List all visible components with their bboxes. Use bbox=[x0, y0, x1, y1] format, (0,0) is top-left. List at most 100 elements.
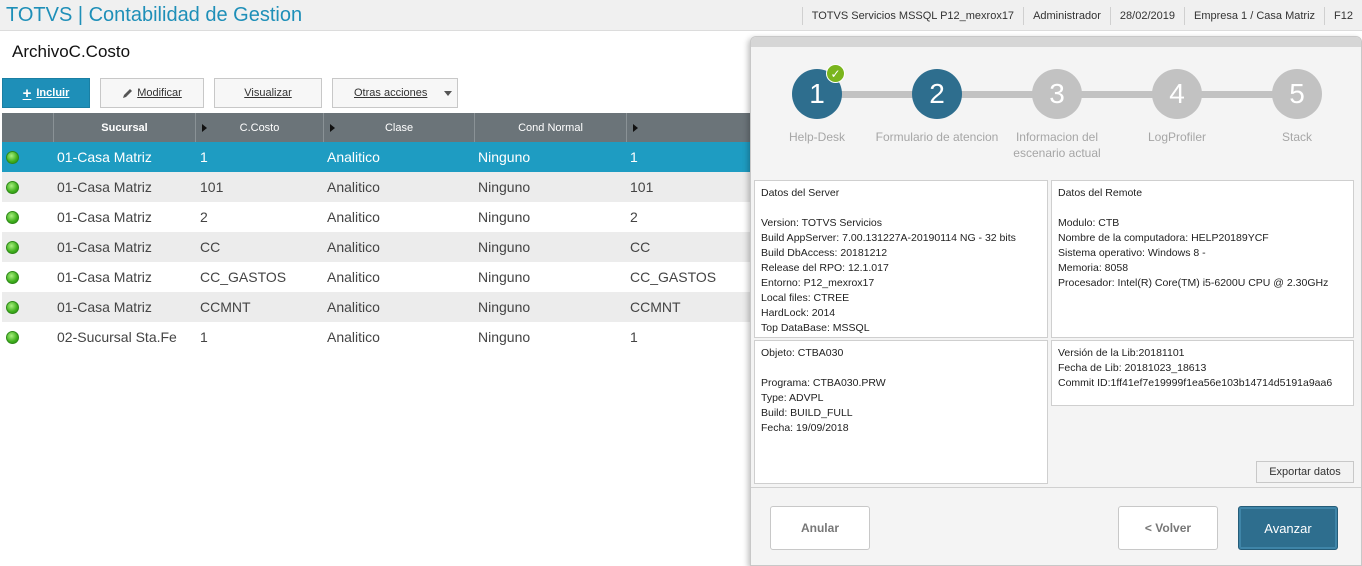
table-cell: Analitico bbox=[327, 179, 380, 195]
step-5-circle[interactable]: 5 bbox=[1272, 69, 1322, 119]
step-connector-1 bbox=[841, 91, 921, 98]
table-cell: CC bbox=[200, 239, 221, 255]
step-4-circle[interactable]: 4 bbox=[1152, 69, 1202, 119]
table-cell: 101 bbox=[200, 179, 224, 195]
table-cell: Analitico bbox=[327, 329, 380, 345]
avanzar-button[interactable]: Avanzar bbox=[1238, 506, 1338, 550]
otras-acciones-label: Otras acciones bbox=[354, 87, 428, 99]
info-line: Local files: CTREE bbox=[761, 292, 850, 304]
incluir-button[interactable]: + Incluir bbox=[2, 78, 90, 108]
volver-button[interactable]: < Volver bbox=[1118, 506, 1218, 550]
status-green-icon bbox=[6, 300, 19, 314]
plus-icon: + bbox=[22, 84, 32, 102]
info-line: Fecha de Lib: 20181023_18613 bbox=[1058, 362, 1207, 374]
info-line: Release del RPO: 12.1.017 bbox=[761, 262, 889, 274]
table-cell: Ninguno bbox=[478, 299, 531, 315]
step-connector-3 bbox=[1081, 91, 1161, 98]
info-line: Build: BUILD_FULL bbox=[761, 407, 853, 419]
column-header-clase[interactable]: Clase bbox=[324, 113, 475, 142]
modificar-label: Modificar bbox=[137, 87, 182, 99]
table-cell: CCMNT bbox=[200, 299, 251, 315]
user-info: Administrador bbox=[1023, 6, 1110, 25]
table-cell: Analitico bbox=[327, 269, 380, 285]
table-row[interactable]: 01-Casa Matriz CC Analitico Ninguno CC bbox=[2, 232, 752, 262]
remote-data-box: Datos del Remote Modulo: CTB Nombre de la… bbox=[1051, 180, 1354, 338]
table-cell: 2 bbox=[630, 209, 638, 225]
help-key[interactable]: F12 bbox=[1324, 6, 1362, 25]
step-connector-2 bbox=[961, 91, 1041, 98]
remote-box-lines: Modulo: CTB Nombre de la computadora: HEL… bbox=[1058, 216, 1347, 291]
column-header-ccosto[interactable]: C.Costo bbox=[196, 113, 324, 142]
status-green-icon bbox=[6, 240, 19, 254]
status-cell bbox=[2, 270, 54, 284]
info-line: Modulo: CTB bbox=[1058, 217, 1120, 229]
remote-box-title: Datos del Remote bbox=[1058, 187, 1143, 199]
info-line: Commit ID:1ff41ef7e19999f1ea56e103b14714… bbox=[1058, 377, 1333, 389]
info-line: Build DbAccess: 20181212 bbox=[761, 247, 888, 259]
pencil-icon bbox=[123, 88, 133, 98]
helpdesk-wizard-dialog: 1 ✓ 2 3 4 5 Help-Desk Formulario de aten… bbox=[750, 36, 1362, 566]
step-3-circle[interactable]: 3 bbox=[1032, 69, 1082, 119]
table-cell: CC bbox=[630, 239, 651, 255]
lib-box-lines: Versión de la Lib:20181101 Fecha de Lib: … bbox=[1058, 346, 1347, 391]
status-cell bbox=[2, 210, 54, 224]
column-header-extra[interactable] bbox=[627, 113, 752, 142]
table-cell: 1 bbox=[630, 329, 638, 345]
table-cell: 01-Casa Matriz bbox=[57, 179, 152, 195]
info-line: Type: ADVPL bbox=[761, 392, 824, 404]
info-line: Version: TOTVS Servicios bbox=[761, 217, 882, 229]
grid-body: 01-Casa Matriz 1 Analitico Ninguno 1 01-Casa … bbox=[2, 142, 752, 352]
step-connector-4 bbox=[1201, 91, 1281, 98]
table-cell: Analitico bbox=[327, 209, 380, 225]
table-cell: Ninguno bbox=[478, 269, 531, 285]
grid-header: Sucursal C.Costo Clase Cond Normal bbox=[2, 113, 752, 142]
column-header-ccosto-label: C.Costo bbox=[239, 121, 280, 134]
dropdown-arrow-icon bbox=[444, 91, 452, 96]
info-line: Procesador: Intel(R) Core(TM) i5-6200U C… bbox=[1058, 277, 1329, 289]
server-data-box: Datos del Server Version: TOTVS Servicio… bbox=[754, 180, 1048, 338]
table-cell: 01-Casa Matriz bbox=[57, 269, 152, 285]
status-cell bbox=[2, 150, 54, 164]
table-cell: CCMNT bbox=[630, 299, 681, 315]
info-line: Sistema operativo: Windows 8 - bbox=[1058, 247, 1206, 259]
table-cell: Ninguno bbox=[478, 209, 531, 225]
info-line: Top DataBase: MSSQL bbox=[761, 322, 870, 334]
column-header-cond-normal[interactable]: Cond Normal bbox=[475, 113, 627, 142]
status-green-icon bbox=[6, 180, 19, 194]
table-row[interactable]: 01-Casa Matriz CCMNT Analitico Ninguno CCMNT bbox=[2, 292, 752, 322]
table-cell: 1 bbox=[630, 149, 638, 165]
table-row[interactable]: 02-Sucursal Sta.Fe 1 Analitico Ninguno 1 bbox=[2, 322, 752, 352]
anular-button[interactable]: Anular bbox=[770, 506, 870, 550]
object-box-title: Objeto: CTBA030 bbox=[761, 347, 844, 359]
visualizar-button[interactable]: Visualizar bbox=[214, 78, 322, 108]
exportar-datos-button[interactable]: Exportar datos bbox=[1256, 461, 1354, 483]
server-box-lines: Version: TOTVS Servicios Build AppServer:… bbox=[761, 216, 1041, 336]
company-info[interactable]: Empresa 1 / Casa Matriz bbox=[1183, 6, 1324, 25]
table-row[interactable]: 01-Casa Matriz 1 Analitico Ninguno 1 bbox=[2, 142, 752, 172]
table-cell: 01-Casa Matriz bbox=[57, 239, 152, 255]
table-row[interactable]: 01-Casa Matriz 2 Analitico Ninguno 2 bbox=[2, 202, 752, 232]
sort-arrow-icon bbox=[330, 124, 335, 132]
otras-acciones-button[interactable]: Otras acciones bbox=[332, 78, 458, 108]
info-line: Programa: CTBA030.PRW bbox=[761, 377, 886, 389]
object-box-lines: Programa: CTBA030.PRW Type: ADVPL Build: B… bbox=[761, 376, 1041, 436]
table-row[interactable]: 01-Casa Matriz 101 Analitico Ninguno 101 bbox=[2, 172, 752, 202]
table-cell: 2 bbox=[200, 209, 208, 225]
table-row[interactable]: 01-Casa Matriz CC_GASTOS Analitico Ninguno C… bbox=[2, 262, 752, 292]
table-cell: Ninguno bbox=[478, 329, 531, 345]
status-green-icon bbox=[6, 210, 19, 224]
table-cell: CC_GASTOS bbox=[200, 269, 287, 285]
status-cell bbox=[2, 240, 54, 254]
modificar-button[interactable]: Modificar bbox=[100, 78, 204, 108]
table-cell: 1 bbox=[200, 329, 208, 345]
session-info: TOTVS Servicios MSSQL P12_mexrox17 Admin… bbox=[801, 0, 1362, 31]
column-header-sucursal[interactable]: Sucursal bbox=[54, 113, 196, 142]
table-cell: Ninguno bbox=[478, 179, 531, 195]
table-cell: 02-Sucursal Sta.Fe bbox=[57, 329, 177, 345]
step-2-circle[interactable]: 2 bbox=[912, 69, 962, 119]
step-2-label: Formulario de atencion bbox=[875, 130, 999, 144]
top-bar: TOTVS | Contabilidad de Gestion TOTVS Se… bbox=[0, 0, 1362, 31]
date-info: 28/02/2019 bbox=[1109, 6, 1184, 25]
lib-data-box: Versión de la Lib:20181101 Fecha de Lib: … bbox=[1051, 340, 1354, 406]
visualizar-label: Visualizar bbox=[244, 87, 292, 99]
